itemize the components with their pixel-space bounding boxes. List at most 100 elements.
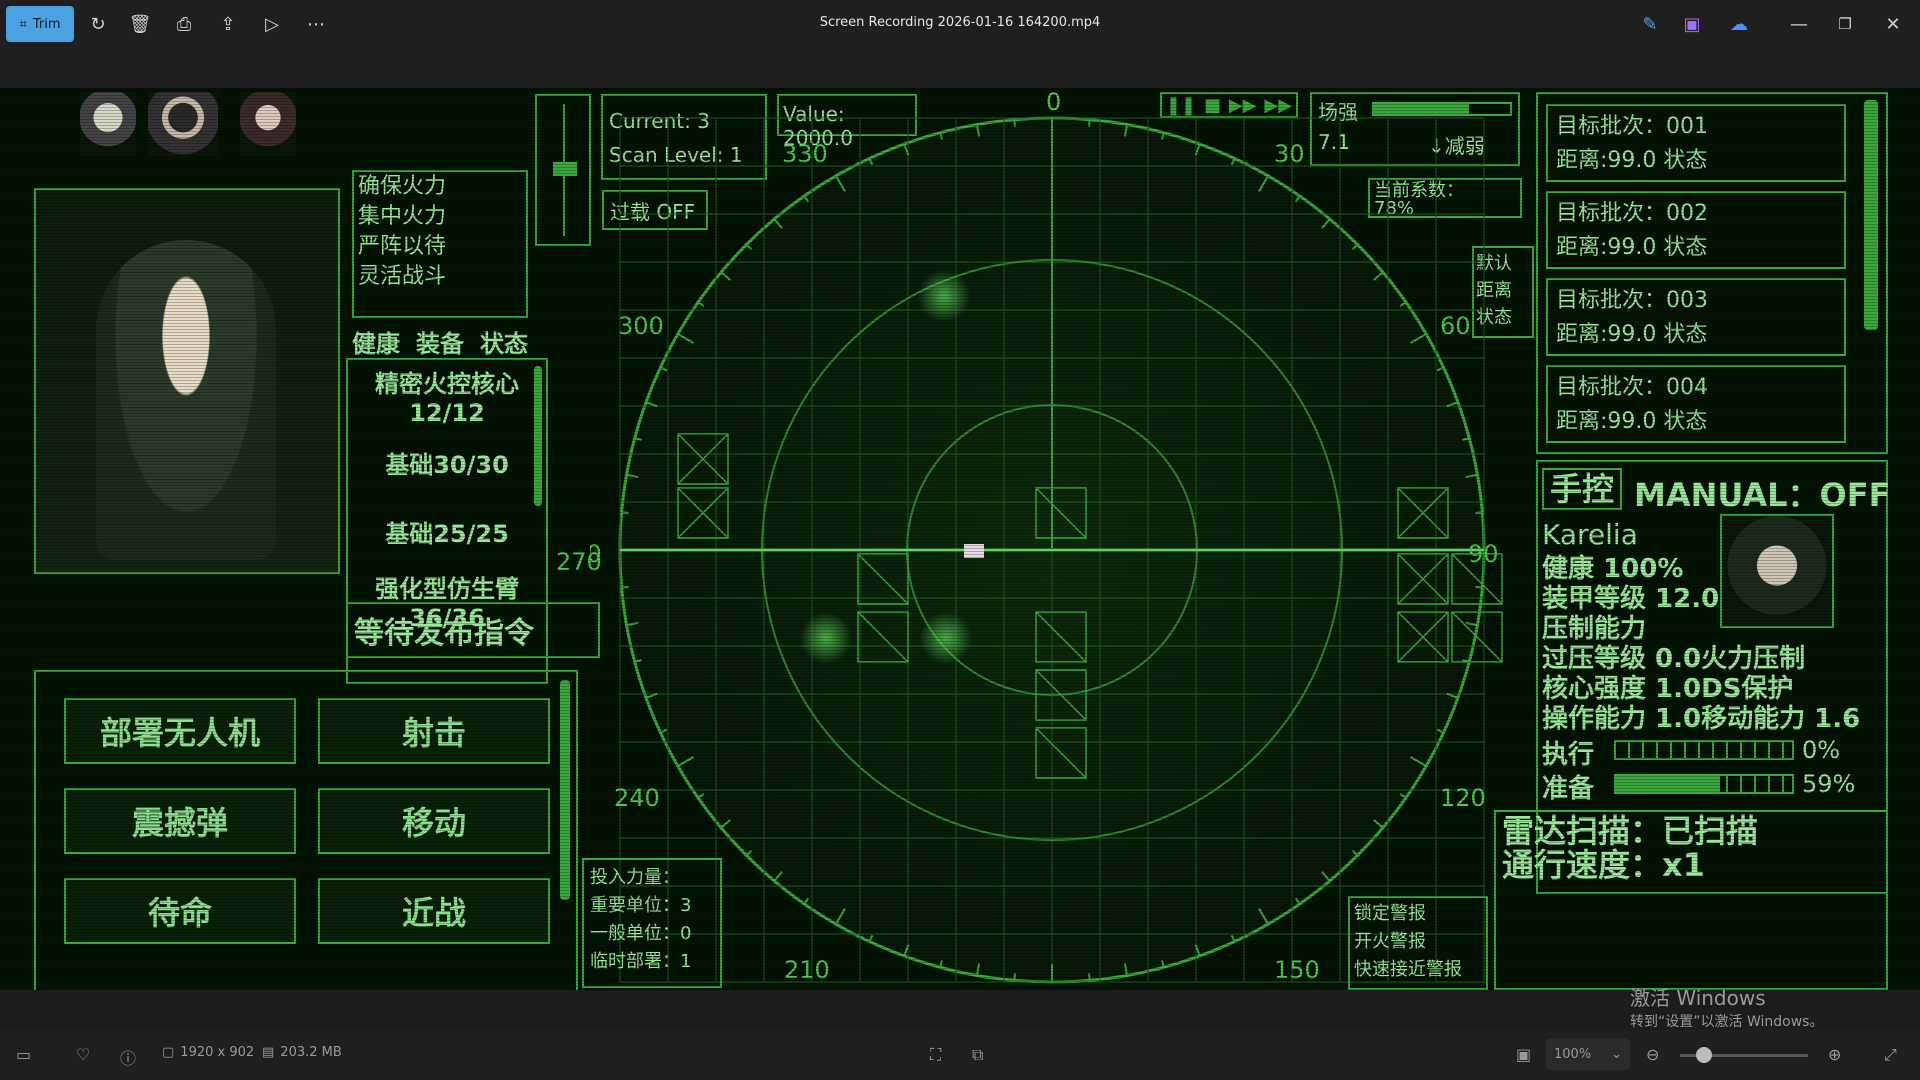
radar-tick — [1475, 511, 1483, 514]
radar-tick — [1088, 973, 1091, 981]
target-info: 距离:99.0 状态 — [1556, 148, 1708, 173]
exec-value: 0% — [1802, 736, 1841, 764]
character-illustration — [96, 240, 276, 560]
target-scrollbar[interactable] — [1864, 100, 1878, 330]
status-bar: ▭ ♡ ⓘ ▢ 1920 x 902 ▤ 203.2 MB ⛶ ⧉ ▣ 100%… — [0, 1030, 1920, 1080]
watermark-subtitle: 转到“设置”以激活 Windows。 — [1630, 1014, 1824, 1030]
fire-mode-3[interactable]: 严阵以待 — [358, 232, 522, 262]
radar-tick — [1088, 119, 1091, 127]
standby-button[interactable]: 待命 — [64, 878, 296, 944]
radar-display[interactable]: 0 30 60 90 120 150 210 240 270 300 330 — [590, 88, 1510, 990]
equipment-scrollbar[interactable] — [534, 366, 542, 506]
ready-label: 准备 — [1542, 774, 1595, 804]
onedrive-icon[interactable]: ☁ — [1726, 6, 1752, 42]
radar-scan-status: 雷达扫描：已扫描 — [1502, 812, 1759, 850]
manual-toggle[interactable]: 手控 — [1542, 468, 1622, 510]
clipchamp-icon[interactable]: ▣ — [1682, 6, 1702, 42]
radar-tick — [1013, 119, 1016, 127]
melee-button[interactable]: 近战 — [318, 878, 550, 944]
shoot-button[interactable]: 射击 — [318, 698, 550, 764]
slider-thumb[interactable] — [553, 162, 577, 176]
target-batch: 目标批次：004 — [1556, 375, 1708, 400]
fit-icon[interactable]: ▣ — [1516, 1045, 1531, 1064]
force-important: 重要单位：3 — [590, 895, 692, 916]
portrait-thumb-2[interactable] — [148, 92, 218, 156]
compass-240: 240 — [614, 784, 660, 812]
tab-equipment[interactable]: 装备 — [416, 324, 464, 359]
compass-90: 90 — [1468, 540, 1499, 568]
exec-progress-bar — [1614, 740, 1794, 760]
alert-approach: 快速接近警报 — [1354, 959, 1462, 980]
equip-item-4[interactable]: 强化型仿生臂 — [348, 569, 546, 604]
pass-speed: 通行速度：x1 — [1502, 846, 1705, 884]
target-item[interactable]: 目标批次：003 距离:99.0 状态 — [1546, 278, 1846, 356]
zoom-in-icon[interactable]: ⊕ — [1828, 1045, 1841, 1064]
target-batch: 目标批次：001 — [1556, 114, 1708, 139]
action-scrollbar[interactable] — [560, 680, 570, 900]
minimize-icon[interactable]: — — [1786, 6, 1812, 42]
target-info: 距离:99.0 状态 — [1556, 409, 1708, 434]
radar-tick — [1013, 973, 1016, 981]
radar-tick — [621, 511, 629, 514]
fire-mode-4[interactable]: 灵活战斗 — [358, 262, 522, 292]
close-icon[interactable]: ✕ — [1880, 6, 1906, 42]
fullscreen-icon[interactable]: ⤢ — [1884, 1045, 1897, 1065]
target-batch: 目标批次：002 — [1556, 201, 1708, 226]
image-size-icon: ▢ — [162, 1045, 175, 1060]
compass-330: 330 — [782, 140, 828, 168]
tab-health[interactable]: 健康 — [352, 324, 400, 359]
move-button[interactable]: 移动 — [318, 788, 550, 854]
file-size-info: ▤ 203.2 MB — [262, 1045, 342, 1060]
copy-frame-icon[interactable]: ⧉ — [972, 1045, 983, 1065]
player-marker — [964, 544, 984, 558]
equip-item-1[interactable]: 精密火控核心 — [348, 364, 546, 399]
character-portrait — [34, 188, 340, 574]
unit-ops: 操作能力 1.0移动能力 1.6 — [1542, 704, 1861, 734]
alert-fire: 开火警报 — [1354, 931, 1426, 952]
equip-item-1-value: 12/12 — [409, 399, 485, 427]
portrait-thumb-1[interactable] — [80, 92, 136, 156]
favorite-icon[interactable]: ♡ — [76, 1045, 90, 1064]
screenshot-icon[interactable]: ⛶ — [930, 1045, 941, 1065]
radar-blip — [918, 270, 970, 322]
vertical-slider[interactable] — [535, 94, 591, 246]
zoom-select[interactable]: 100% ⌄ — [1546, 1038, 1630, 1070]
portrait-thumb-3[interactable] — [240, 92, 296, 156]
target-item[interactable]: 目标批次：004 距离:99.0 状态 — [1546, 365, 1846, 443]
fire-mode-1[interactable]: 确保火力 — [358, 172, 522, 202]
target-item[interactable]: 目标批次：002 距离:99.0 状态 — [1546, 191, 1846, 269]
zoom-out-icon[interactable]: ⊖ — [1646, 1045, 1659, 1064]
fire-mode-2[interactable]: 集中火力 — [358, 202, 522, 232]
tab-row: 健康 装备 状态 — [352, 324, 528, 359]
exec-label: 执行 — [1542, 740, 1595, 770]
ready-value: 59% — [1802, 770, 1856, 798]
filmstrip-icon[interactable]: ▭ — [16, 1045, 31, 1064]
radar-blip — [920, 612, 972, 664]
unit-name: Karelia — [1542, 518, 1638, 551]
target-info: 距离:99.0 状态 — [1556, 235, 1708, 260]
stun-grenade-button[interactable]: 震撼弹 — [64, 788, 296, 854]
edit-app-icon[interactable]: ✎ — [1640, 6, 1660, 42]
compass-120: 120 — [1440, 784, 1486, 812]
compass-30: 30 — [1274, 140, 1305, 168]
restore-icon[interactable]: ❐ — [1832, 6, 1858, 42]
tab-status[interactable]: 状态 — [480, 324, 528, 359]
ready-progress-bar — [1614, 774, 1794, 794]
zoom-slider-thumb[interactable] — [1696, 1047, 1712, 1063]
watermark-title: 激活 Windows — [1630, 986, 1766, 1010]
dimensions-text: 1920 x 902 — [180, 1045, 255, 1060]
title-bar: ⌗ Trim ↻ 🗑 ⎙ ⇪ ▷ ⋯ Screen Recording 2026… — [0, 0, 1920, 88]
compass-300: 300 — [618, 312, 664, 340]
target-item[interactable]: 目标批次：001 距离:99.0 状态 — [1546, 104, 1846, 182]
deploy-drone-button[interactable]: 部署无人机 — [64, 698, 296, 764]
info-icon[interactable]: ⓘ — [120, 1045, 136, 1069]
equip-item-2[interactable]: 基础30/30 — [348, 445, 546, 480]
target-info: 距离:99.0 状态 — [1556, 322, 1708, 347]
radar-scan-box: 雷达扫描：已扫描 通行速度：x1 — [1494, 810, 1888, 990]
force-temp: 临时部署：1 — [590, 951, 692, 972]
force-box: 投入力量： 重要单位：3 一般单位：0 临时部署：1 — [582, 858, 722, 988]
zoom-slider[interactable] — [1680, 1047, 1808, 1063]
target-batch: 目标批次：003 — [1556, 288, 1708, 313]
command-status: 等待发布指令 — [354, 616, 534, 651]
equip-item-3[interactable]: 基础25/25 — [348, 514, 546, 549]
